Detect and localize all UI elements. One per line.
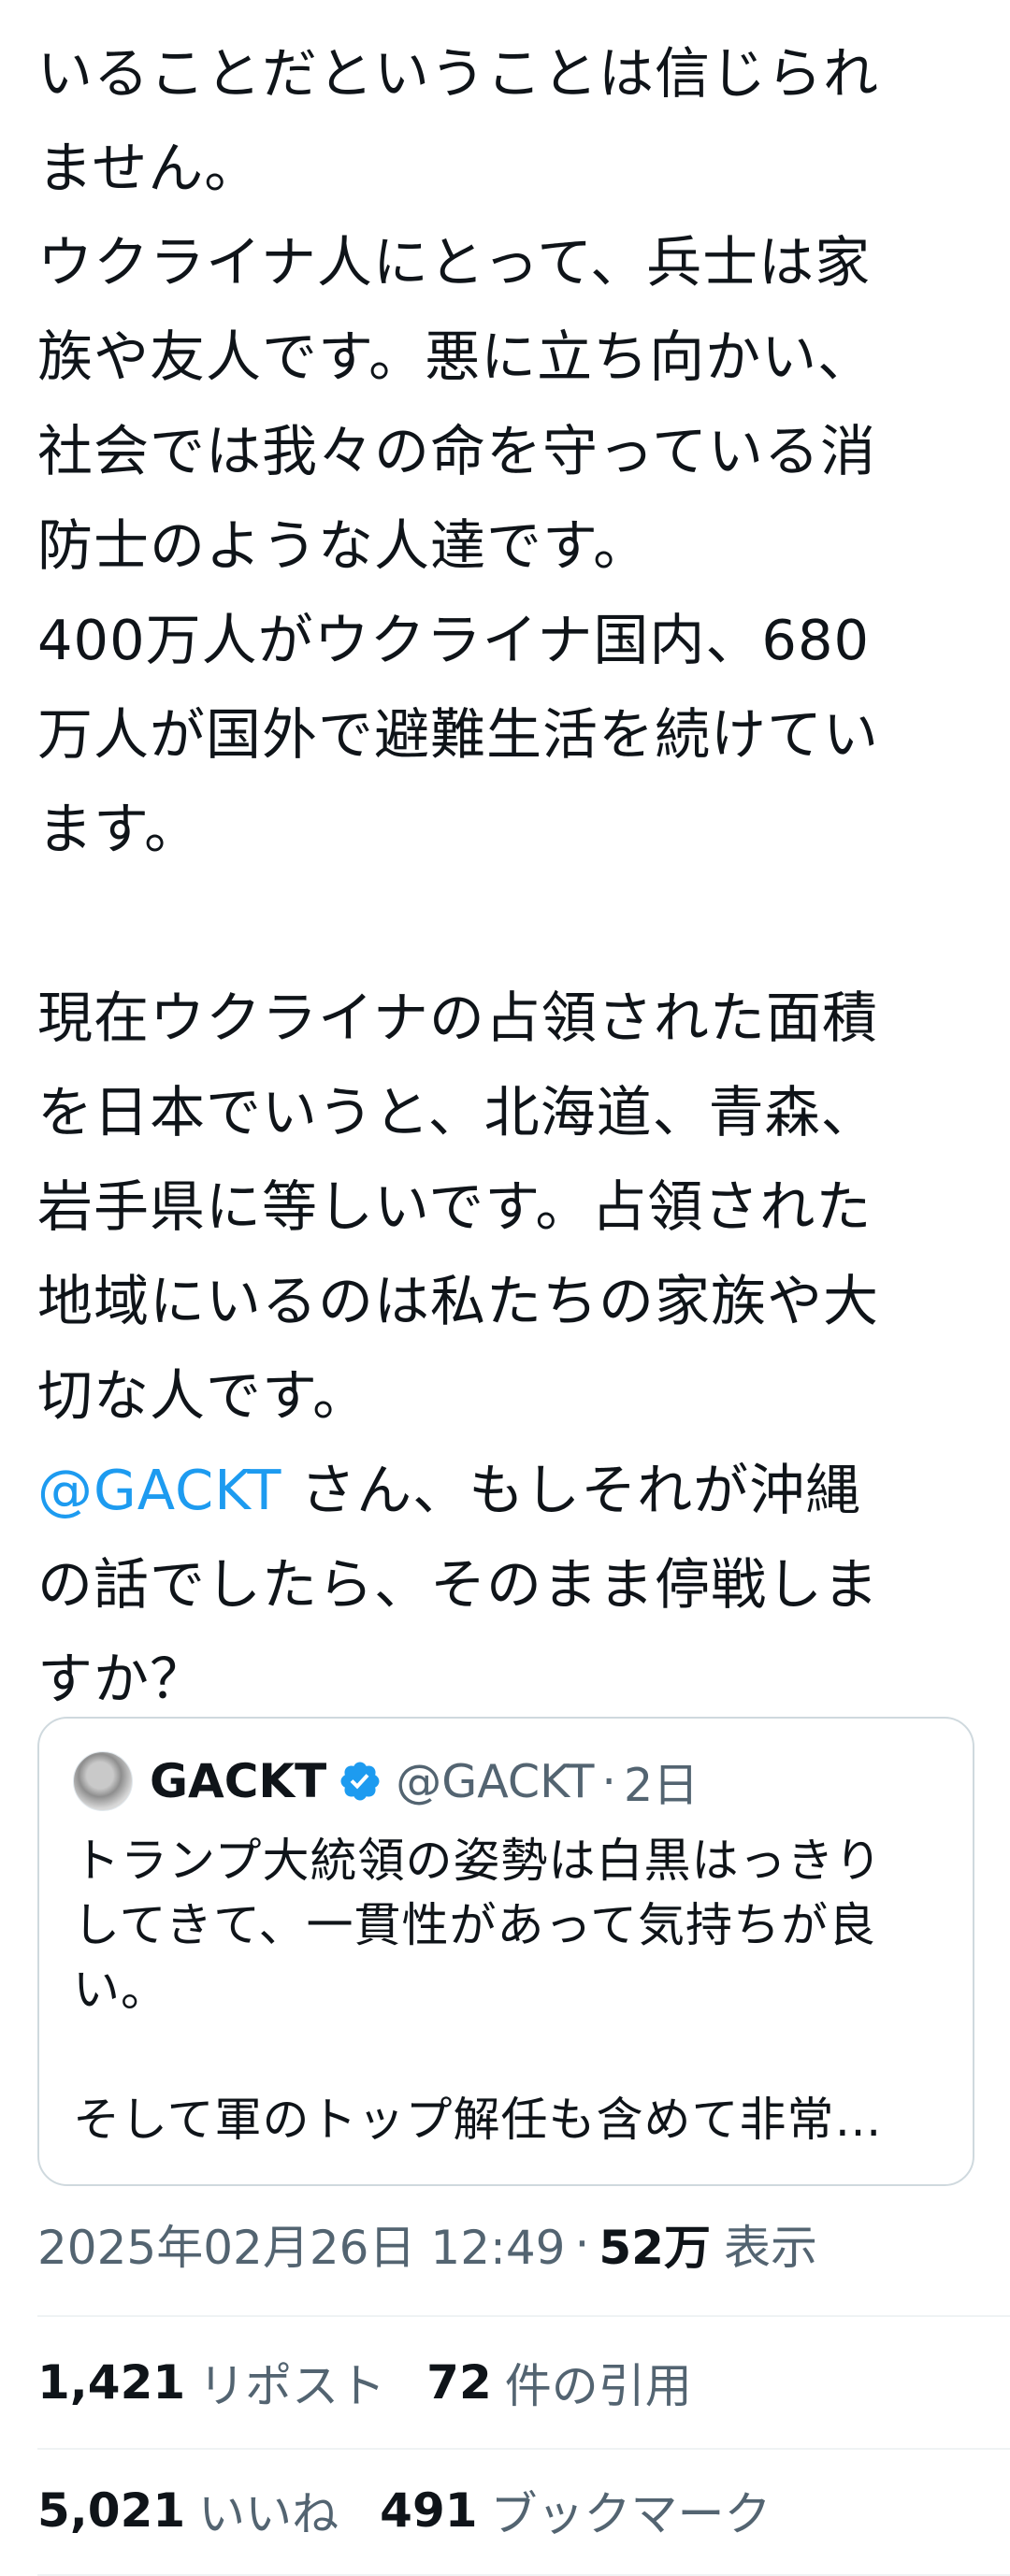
tweet-text: いることだということは信じられ ません。 ウクライナ人にとって、兵士は家 族や友… bbox=[37, 26, 982, 1726]
quote-header: GACKT @GACKT · 2日 bbox=[73, 1750, 699, 1812]
tweet-line-rest: さん、もしそれが沖縄 bbox=[281, 1458, 862, 1522]
quote-line: そして軍のトップ解任も含めて非常… bbox=[73, 2093, 883, 2147]
verified-badge-icon bbox=[340, 1762, 380, 1801]
quote-text: トランプ大統領の姿勢は白黒はっきり してきて、一貫性があって気持ちが良 い。 そ… bbox=[73, 1829, 952, 2152]
quote-line: い。 bbox=[73, 1963, 168, 2017]
tweet-line: @GACKT さん、もしそれが沖縄 bbox=[37, 1443, 982, 1537]
divider bbox=[37, 2448, 1010, 2450]
tweet-line: を日本でいうと、北海道、青森、 bbox=[37, 1080, 877, 1144]
tweet-meta: 2025年02月26日 12:49 · 52万 表示 bbox=[37, 2207, 817, 2281]
tweet-line: 岩手県に等しいです。占領された bbox=[37, 1174, 873, 1239]
tweet-line: 社会では我々の命を守っている消 bbox=[37, 419, 877, 483]
tweet-line: 防士のような人達です。 bbox=[37, 513, 650, 578]
tweet-line: 400万人がウクライナ国内、680 bbox=[37, 608, 871, 672]
tweet-line: いることだということは信じられ bbox=[37, 41, 880, 106]
stats-row-reposts: 1,421 リポスト 72 件の引用 bbox=[37, 2345, 733, 2420]
tweet-line: ません。 bbox=[37, 136, 261, 200]
separator-dot: · bbox=[601, 1754, 616, 1808]
post-datetime[interactable]: 2025年02月26日 12:49 bbox=[37, 2210, 565, 2278]
quote-label[interactable]: 件の引用 bbox=[505, 2349, 692, 2416]
divider bbox=[37, 2315, 1010, 2317]
tweet-line: 現在ウクライナの占領された面積 bbox=[37, 986, 878, 1050]
quote-tweet-card[interactable]: GACKT @GACKT · 2日 トランプ大統領の姿勢は白黒はっきり してきて… bbox=[37, 1717, 974, 2186]
quote-line: してきて、一貫性があって気持ちが良 bbox=[73, 1898, 876, 1952]
bookmark-label[interactable]: ブックマーク bbox=[491, 2477, 772, 2544]
quote-author-name[interactable]: GACKT bbox=[150, 1754, 326, 1808]
quote-timestamp[interactable]: 2日 bbox=[624, 1749, 699, 1815]
tweet-line: 地域にいるのは私たちの家族や大 bbox=[37, 1269, 880, 1333]
repost-count[interactable]: 1,421 bbox=[37, 2355, 185, 2410]
views-count: 52万 bbox=[599, 2221, 711, 2275]
like-count[interactable]: 5,021 bbox=[37, 2483, 185, 2538]
tweet-line: の話でしたら、そのまま停戦しま bbox=[37, 1552, 880, 1617]
stats-row-likes: 5,021 いいね 491 ブックマーク bbox=[37, 2473, 813, 2548]
views-label: 表示 bbox=[723, 2221, 817, 2275]
like-label[interactable]: いいね bbox=[198, 2477, 339, 2544]
separator-dot: · bbox=[574, 2217, 590, 2271]
tweet-line: 万人が国外で避難生活を続けてい bbox=[37, 702, 880, 767]
bookmark-count[interactable]: 491 bbox=[380, 2483, 477, 2538]
quote-line: トランプ大統領の姿勢は白黒はっきり bbox=[73, 1834, 883, 1888]
quote-author-handle[interactable]: @GACKT bbox=[396, 1755, 594, 1808]
tweet-line: 切な人です。 bbox=[37, 1363, 369, 1428]
mention-link[interactable]: @GACKT bbox=[37, 1458, 281, 1522]
avatar[interactable] bbox=[73, 1751, 133, 1811]
tweet-line: ウクライナ人にとって、兵士は家 bbox=[37, 230, 872, 295]
quote-count[interactable]: 72 bbox=[426, 2355, 492, 2410]
repost-label[interactable]: リポスト bbox=[198, 2349, 385, 2416]
tweet-line: ます。 bbox=[37, 797, 201, 861]
tweet-line: すか？ bbox=[37, 1647, 207, 1711]
tweet-line: 族や友人です。悪に立ち向かい、 bbox=[37, 324, 874, 389]
